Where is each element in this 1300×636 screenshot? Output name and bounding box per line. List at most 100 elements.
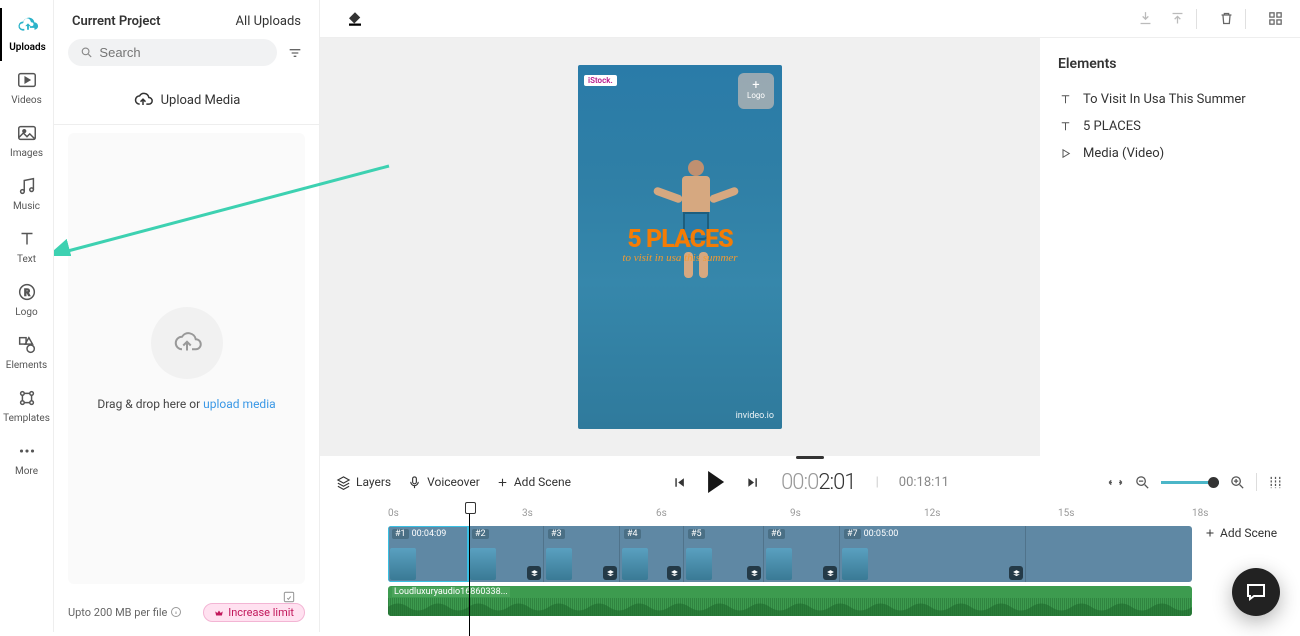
scene-clip[interactable]: #700:05:00 xyxy=(840,526,1026,582)
layers-icon xyxy=(336,475,351,490)
playback-bar: Layers Voiceover Add Scene 00:02:01 | 00… xyxy=(320,460,1300,504)
invideo-watermark: invideo.io xyxy=(736,411,774,421)
chat-icon xyxy=(1244,580,1268,604)
paint-bucket-icon xyxy=(346,10,364,28)
more-icon xyxy=(16,440,38,462)
voiceover-button[interactable]: Voiceover xyxy=(407,475,480,490)
video-icon xyxy=(16,69,38,91)
download-icon xyxy=(1137,10,1154,27)
image-icon xyxy=(16,122,38,144)
audio-track[interactable]: Loudluxuryaudio16860338... xyxy=(388,586,1192,616)
zoom-slider[interactable] xyxy=(1161,481,1219,484)
scene-clip[interactable]: #5 xyxy=(684,526,764,582)
chat-support-button[interactable] xyxy=(1232,568,1280,616)
scene-clip[interactable]: #4 xyxy=(620,526,684,582)
prev-scene-button[interactable] xyxy=(671,474,688,491)
search-input-wrapper[interactable] xyxy=(68,39,277,66)
templates-icon xyxy=(16,387,38,409)
sidebar-item-images[interactable]: Images xyxy=(0,114,53,167)
overlay-title: 5 PLACES xyxy=(578,225,782,254)
upload-media-button[interactable]: Upload Media xyxy=(54,76,319,125)
delete-button[interactable] xyxy=(1215,8,1237,30)
tab-current-project[interactable]: Current Project xyxy=(72,14,161,29)
export-button[interactable] xyxy=(1134,8,1156,30)
audio-track-icon xyxy=(282,590,296,604)
shapes-icon xyxy=(16,334,38,356)
istock-watermark: iStock. xyxy=(584,75,617,86)
layers-button[interactable]: Layers xyxy=(336,475,391,490)
element-item-text[interactable]: To Visit In Usa This Summer xyxy=(1058,86,1282,113)
play-icon xyxy=(1058,146,1073,161)
element-item-media[interactable]: Media (Video) xyxy=(1058,140,1282,167)
info-icon xyxy=(170,606,182,618)
text-icon xyxy=(16,228,38,250)
scene-clip[interactable]: #2 xyxy=(468,526,544,582)
search-input[interactable] xyxy=(99,45,265,60)
upload-media-link[interactable]: upload media xyxy=(203,397,276,411)
dropzone-text: Drag & drop here or upload media xyxy=(97,397,275,411)
timeline-ruler[interactable]: 0s3s6s9s12s15s18s xyxy=(388,508,1192,522)
elements-panel: Elements To Visit In Usa This Summer 5 P… xyxy=(1040,38,1300,456)
sidebar-item-more[interactable]: More xyxy=(0,432,53,485)
scene-track[interactable]: #100:04:09#2#3#4#5#6#700:05:00 xyxy=(388,526,1192,582)
sidebar-rail: Uploads Videos Images Music Text R Logo … xyxy=(0,0,54,632)
canvas-preview[interactable]: iStock. +Logo 5 PLACES to visit in usa t… xyxy=(320,38,1040,456)
scene-clip[interactable]: #3 xyxy=(544,526,620,582)
skip-forward-icon xyxy=(744,474,761,491)
text-icon xyxy=(1058,119,1073,134)
topbar xyxy=(320,0,1300,38)
grid-view-button[interactable] xyxy=(1264,8,1286,30)
fit-width-icon[interactable] xyxy=(1107,474,1124,491)
scene-clip[interactable]: #100:04:09 xyxy=(388,526,468,582)
color-picker-button[interactable] xyxy=(344,8,366,30)
add-logo-placeholder[interactable]: +Logo xyxy=(738,73,774,109)
dropzone[interactable]: Drag & drop here or upload media xyxy=(68,133,305,584)
sidebar-item-text[interactable]: Text xyxy=(0,220,53,273)
mic-icon xyxy=(407,475,422,490)
rail-label: Uploads xyxy=(9,42,46,53)
zoom-out-icon[interactable] xyxy=(1134,474,1151,491)
plus-icon xyxy=(1204,527,1216,539)
video-frame: iStock. +Logo 5 PLACES to visit in usa t… xyxy=(578,65,782,429)
timeline: 0s3s6s9s12s15s18s #100:04:09#2#3#4#5#6#7… xyxy=(320,504,1300,632)
add-scene-button[interactable]: Add Scene xyxy=(496,475,571,489)
scene-clip[interactable]: #6 xyxy=(764,526,840,582)
total-duration: 00:18:11 xyxy=(899,475,949,490)
zoom-in-icon[interactable] xyxy=(1229,474,1246,491)
skip-back-icon xyxy=(671,474,688,491)
upload-icon xyxy=(1169,10,1186,27)
sidebar-item-uploads[interactable]: Uploads xyxy=(0,8,53,61)
playhead[interactable] xyxy=(469,506,470,636)
filter-button[interactable] xyxy=(285,43,305,63)
element-item-text[interactable]: 5 PLACES xyxy=(1058,113,1282,140)
file-limit-note: Upto 200 MB per file xyxy=(68,606,182,619)
plus-icon xyxy=(496,476,509,489)
sidebar-item-videos[interactable]: Videos xyxy=(0,61,53,114)
crown-icon xyxy=(214,608,224,618)
elements-panel-title: Elements xyxy=(1058,56,1282,72)
filter-icon xyxy=(287,45,303,61)
sidebar-item-music[interactable]: Music xyxy=(0,167,53,220)
current-time: 00:02:01 xyxy=(781,470,855,495)
dropzone-icon-circle xyxy=(151,307,223,379)
search-icon xyxy=(80,45,93,60)
play-button[interactable] xyxy=(708,471,724,493)
sidebar-item-templates[interactable]: Templates xyxy=(0,379,53,432)
upload-button[interactable] xyxy=(1166,8,1188,30)
music-icon xyxy=(16,175,38,197)
sidebar-item-elements[interactable]: Elements xyxy=(0,326,53,379)
text-icon xyxy=(1058,92,1073,107)
equalizer-icon[interactable] xyxy=(1267,474,1284,491)
overlay-subtitle: to visit in usa this summer xyxy=(578,252,782,264)
svg-text:R: R xyxy=(24,289,30,299)
cloud-upload-icon xyxy=(133,90,153,110)
tab-all-uploads[interactable]: All Uploads xyxy=(236,14,301,29)
cloud-upload-icon xyxy=(17,16,39,38)
next-scene-button[interactable] xyxy=(744,474,761,491)
sidebar-item-logo[interactable]: R Logo xyxy=(0,273,53,326)
increase-limit-button[interactable]: Increase limit xyxy=(203,603,305,622)
trash-icon xyxy=(1218,10,1235,27)
add-scene-side-button[interactable]: Add Scene xyxy=(1204,526,1284,540)
uploads-panel: Current Project All Uploads Upload Media… xyxy=(54,0,320,632)
logo-icon: R xyxy=(16,281,38,303)
